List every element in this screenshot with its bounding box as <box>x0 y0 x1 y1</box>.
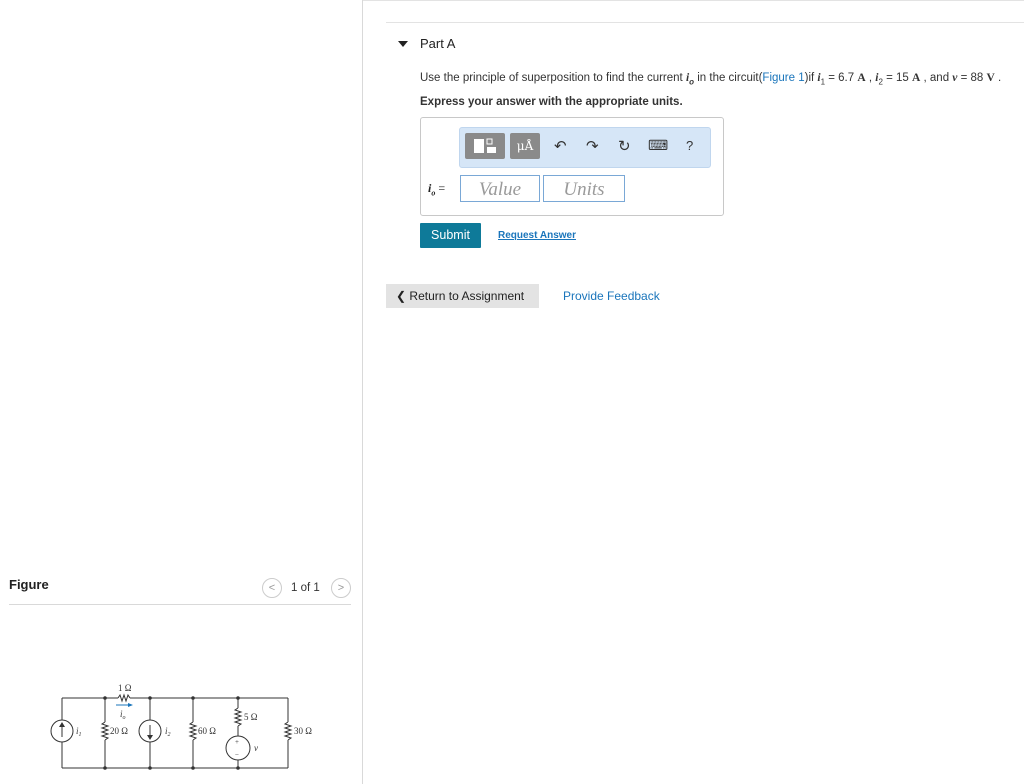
previous-figure-button[interactable]: < <box>262 578 282 598</box>
part-title: Part A <box>420 36 456 51</box>
answer-instructions: Express your answer with the appropriate… <box>420 96 683 108</box>
value-input[interactable]: Value <box>460 175 540 202</box>
label-60ohm: 60 Ω <box>198 726 216 736</box>
part-separator <box>386 22 1024 23</box>
label-plus: + <box>235 738 239 746</box>
io-current-arrow <box>116 703 133 707</box>
figure-link[interactable]: Figure 1 <box>762 72 804 84</box>
resistor-60ohm <box>188 721 198 741</box>
provide-feedback-link[interactable]: Provide Feedback <box>563 289 660 303</box>
label-v: v <box>254 743 258 753</box>
redo-icon[interactable]: ↷ <box>586 137 599 155</box>
label-minus: − <box>235 751 239 759</box>
current-source-i2 <box>138 719 162 743</box>
figure-pager: 1 of 1 <box>291 582 320 594</box>
keyboard-icon[interactable]: ⌨ <box>648 137 668 154</box>
label-20ohm: 20 Ω <box>110 726 128 736</box>
template-button[interactable] <box>465 133 505 159</box>
label-i1: i1 <box>76 726 82 738</box>
value-placeholder: Value <box>478 179 522 200</box>
label-i2: i2 <box>165 726 171 738</box>
collapse-caret-icon[interactable] <box>398 40 408 47</box>
label-1ohm: 1 Ω <box>118 683 132 693</box>
chevron-left-icon: ❮ <box>396 289 407 303</box>
template-icon <box>474 138 496 153</box>
math-toolbar: μÅ ↶ ↷ ↻ ⌨ ? <box>459 127 711 168</box>
units-button[interactable]: μÅ <box>510 133 540 159</box>
label-30ohm: 30 Ω <box>294 726 312 736</box>
label-io: io <box>120 709 126 721</box>
help-icon[interactable]: ? <box>686 138 693 153</box>
submit-button[interactable]: Submit <box>420 223 481 248</box>
figure-title: Figure <box>9 577 49 592</box>
panel-divider <box>362 0 363 784</box>
units-input[interactable]: Units <box>543 175 625 202</box>
question-text: Use the principle of superposition to fi… <box>420 72 1002 87</box>
return-label: Return to Assignment <box>409 289 525 303</box>
figure-separator <box>9 604 351 605</box>
resistors <box>100 693 293 741</box>
resistor-1ohm <box>117 693 131 703</box>
units-placeholder: Units <box>563 179 605 200</box>
resistor-20ohm <box>100 721 110 741</box>
resistor-5ohm <box>233 707 243 727</box>
circuit-wires <box>61 697 289 769</box>
part-a-header[interactable]: Part A <box>398 36 455 51</box>
undo-icon[interactable]: ↶ <box>554 137 567 155</box>
circuit-diagram: 1 Ω io i1 20 Ω i2 60 Ω 5 Ω + − v 30 Ω <box>50 683 312 770</box>
resistor-30ohm <box>283 721 293 741</box>
next-figure-button[interactable]: > <box>331 578 351 598</box>
reset-icon[interactable]: ↻ <box>618 137 631 155</box>
top-border <box>362 0 1024 1</box>
current-source-i1 <box>50 719 74 743</box>
answer-label: io = <box>428 181 446 198</box>
request-answer-link[interactable]: Request Answer <box>498 230 576 241</box>
label-5ohm: 5 Ω <box>244 712 258 722</box>
return-to-assignment-button[interactable]: ❮ Return to Assignment <box>386 284 539 308</box>
